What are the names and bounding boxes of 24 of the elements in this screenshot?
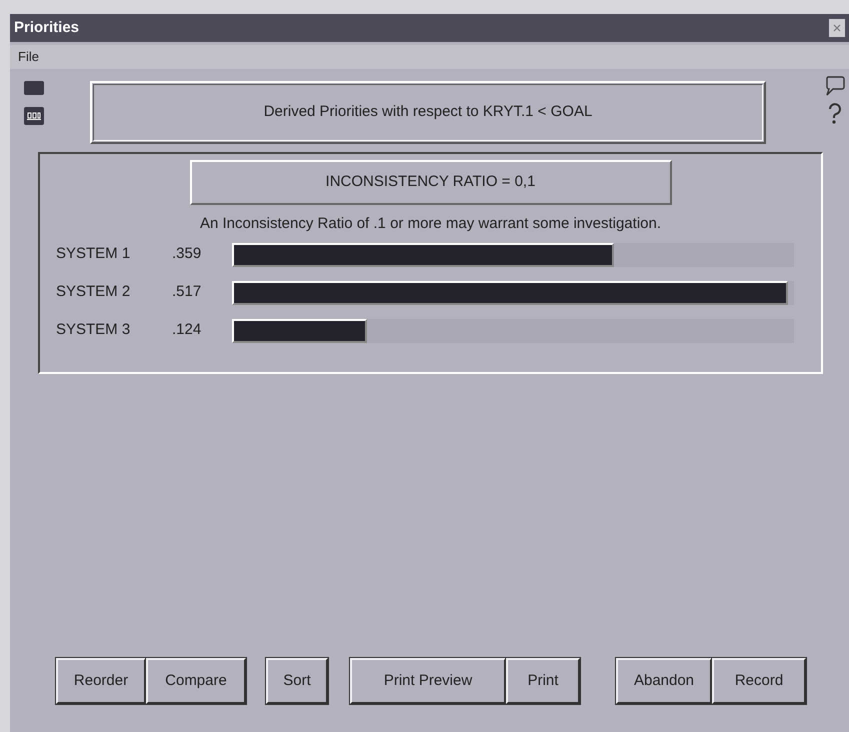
ratio-label: INCONSISTENCY RATIO = 0,1 <box>190 160 672 205</box>
action-button[interactable]: Print <box>506 658 580 704</box>
menu-item[interactable]: File <box>18 47 39 67</box>
action-button[interactable]: Sort <box>266 658 328 704</box>
window-title: Priorities <box>14 18 80 38</box>
header-title: Derived Priorities with respect to KRYT.1 < GOAL <box>264 102 592 122</box>
system-name: SYSTEM 3 <box>56 320 132 340</box>
system-name: SYSTEM 1 <box>56 244 132 264</box>
speech-bubble-icon[interactable] <box>825 75 845 97</box>
color-swatch-icon[interactable] <box>24 81 44 95</box>
text-abc-icon[interactable] <box>24 107 44 125</box>
action-button[interactable]: Reorder <box>56 658 146 704</box>
help-icon[interactable] <box>826 103 844 125</box>
priority-value: .359 <box>172 244 202 264</box>
close-icon <box>833 24 841 32</box>
action-button[interactable]: Record <box>712 658 806 704</box>
action-button[interactable]: Abandon <box>616 658 712 704</box>
action-button[interactable]: Compare <box>146 658 246 704</box>
system-name: SYSTEM 2 <box>56 282 132 302</box>
priority-value: .124 <box>172 320 202 340</box>
ratio-note: An Inconsistency Ratio of .1 or more may warrant some investigation. <box>200 214 662 234</box>
close-button[interactable] <box>829 19 845 37</box>
priority-value: .517 <box>172 282 202 302</box>
action-button[interactable]: Print Preview <box>350 658 506 704</box>
